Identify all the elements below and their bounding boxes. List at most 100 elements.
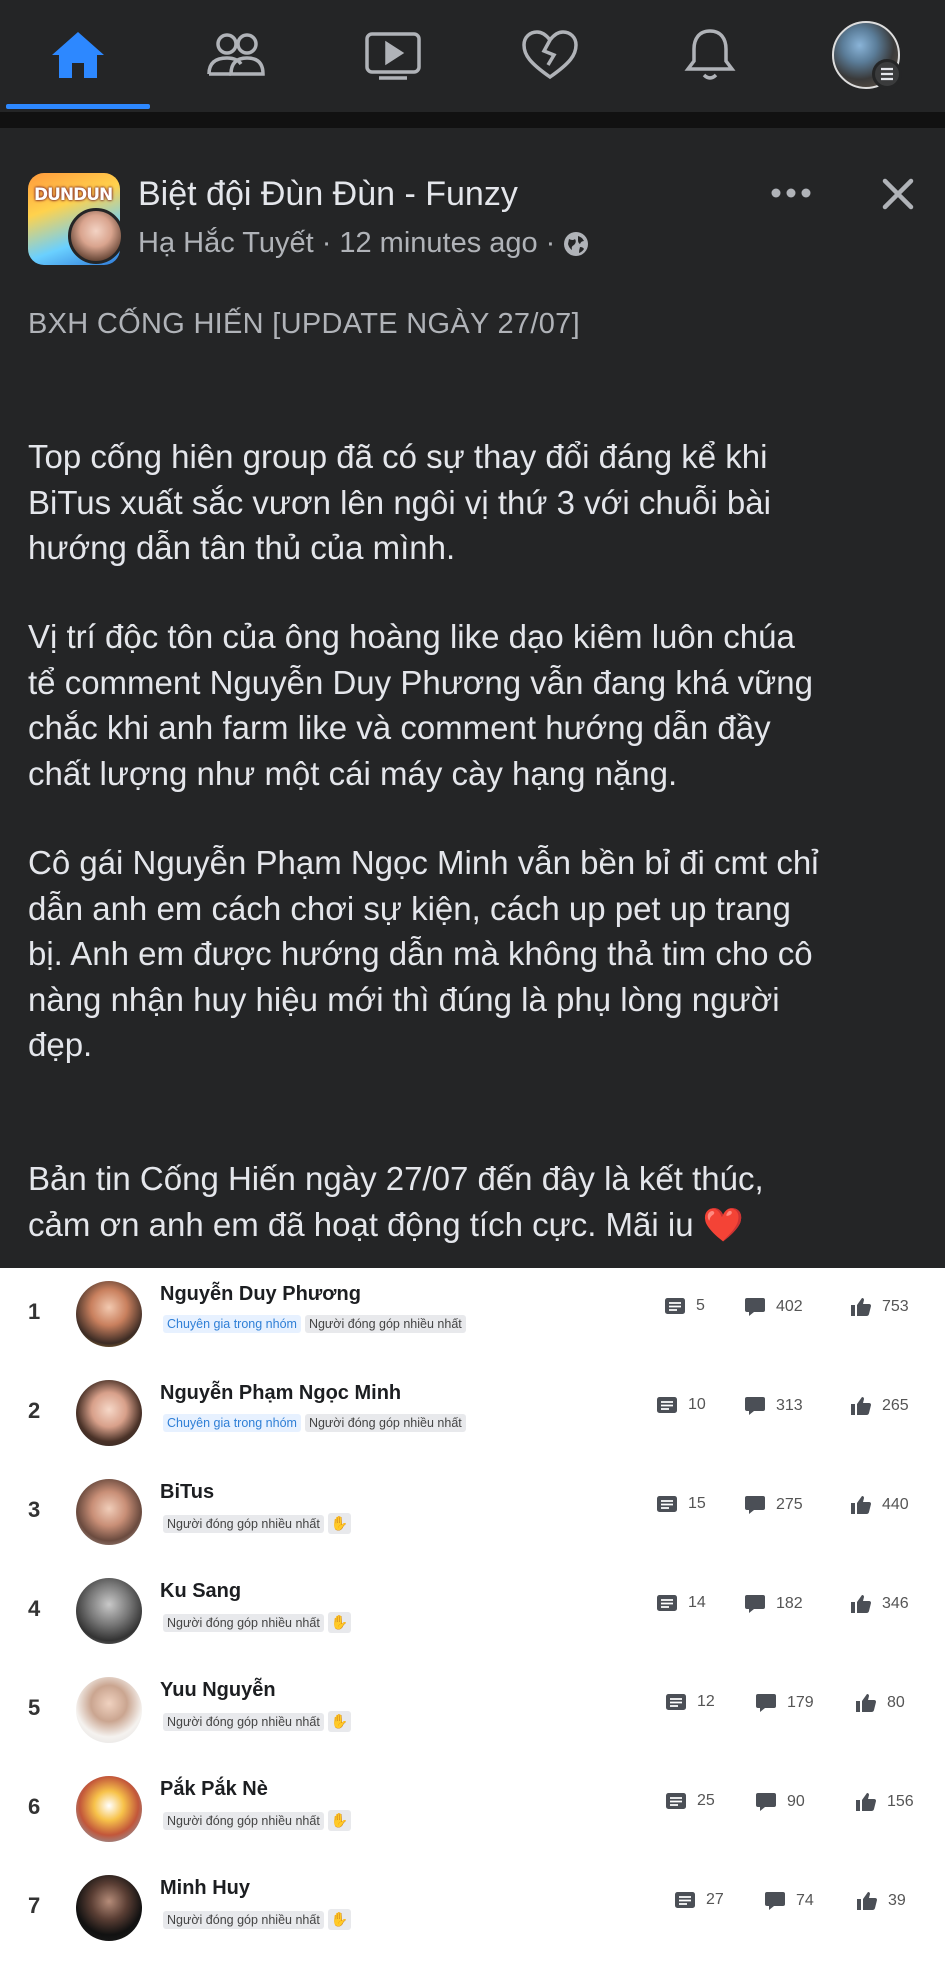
profile-menu-button[interactable]	[826, 18, 906, 92]
posts-stat: 5	[664, 1297, 705, 1315]
comment-icon	[744, 1495, 766, 1515]
wave-badge-icon: ✋	[327, 1909, 352, 1930]
home-icon[interactable]	[38, 18, 118, 92]
comment-icon	[755, 1693, 777, 1713]
likes-stat: 346	[850, 1594, 909, 1614]
meta-separator: ·	[321, 227, 332, 259]
close-post-button[interactable]	[872, 168, 924, 220]
likes-stat: 80	[855, 1693, 905, 1713]
top-contributor-badge: Người đóng góp nhiều nhất	[304, 1315, 466, 1333]
like-thumb-icon	[850, 1297, 872, 1317]
post-count-icon	[656, 1594, 678, 1612]
contribution-leaderboard-image[interactable]: 1 Nguyễn Duy Phương Chuyên gia trong nhó…	[0, 1268, 945, 1968]
leaderboard-row: 4 Ku Sang Người đóng góp nhiều nhất ✋ 14 …	[0, 1568, 945, 1667]
rank-number: 3	[28, 1497, 41, 1522]
comments-count: 313	[776, 1397, 803, 1414]
likes-stat: 265	[850, 1396, 909, 1416]
leaderboard-row: 1 Nguyễn Duy Phương Chuyên gia trong nhó…	[0, 1271, 945, 1370]
like-thumb-icon	[850, 1396, 872, 1416]
member-badges: Người đóng góp nhiều nhất ✋	[163, 1909, 352, 1930]
top-navigation	[0, 0, 945, 112]
posts-count: 12	[697, 1693, 715, 1710]
comments-count: 74	[796, 1892, 814, 1909]
watch-icon[interactable]	[353, 18, 433, 92]
member-name[interactable]: BiTus	[160, 1481, 214, 1504]
member-avatar[interactable]	[76, 1479, 142, 1545]
wave-badge-icon: ✋	[327, 1513, 352, 1534]
posts-stat: 25	[665, 1792, 715, 1810]
likes-stat: 440	[850, 1495, 909, 1515]
group-name-link[interactable]: Biệt đội Đùn Đùn - Funzy	[138, 175, 518, 214]
author-avatar[interactable]	[68, 208, 124, 264]
member-avatar[interactable]	[76, 1380, 142, 1446]
member-name[interactable]: Minh Huy	[160, 1877, 250, 1900]
posts-count: 25	[697, 1792, 715, 1809]
likes-count: 753	[882, 1298, 909, 1315]
member-badges: Người đóng góp nhiều nhất ✋	[163, 1513, 352, 1534]
comments-count: 402	[776, 1298, 803, 1315]
wave-badge-icon: ✋	[327, 1711, 352, 1732]
top-contributor-badge: Người đóng góp nhiều nhất	[163, 1811, 324, 1830]
comments-count: 182	[776, 1595, 803, 1612]
comment-icon	[744, 1594, 766, 1614]
post-meta: Hạ Hắc Tuyết · 12 minutes ago ·	[138, 227, 589, 260]
member-avatar[interactable]	[76, 1281, 142, 1347]
posts-stat: 12	[665, 1693, 715, 1711]
posts-stat: 10	[656, 1396, 706, 1414]
comments-stat: 74	[764, 1891, 814, 1911]
like-thumb-icon	[850, 1495, 872, 1515]
comment-icon	[744, 1297, 766, 1317]
posts-count: 5	[696, 1297, 705, 1314]
likes-count: 440	[882, 1496, 909, 1513]
member-name[interactable]: Nguyễn Duy Phương	[160, 1283, 361, 1306]
rank-number: 5	[28, 1695, 41, 1720]
member-name[interactable]: Nguyễn Phạm Ngọc Minh	[160, 1382, 401, 1405]
like-thumb-icon	[855, 1693, 877, 1713]
likes-count: 39	[888, 1892, 906, 1909]
member-badges: Người đóng góp nhiều nhất ✋	[163, 1711, 352, 1732]
likes-stat: 156	[855, 1792, 914, 1812]
likes-count: 265	[882, 1397, 909, 1414]
comment-icon	[755, 1792, 777, 1812]
author-name-link[interactable]: Hạ Hắc Tuyết	[138, 227, 314, 260]
post-paragraph-1: Top cống hiên group đã có sự thay đổi đá…	[28, 438, 771, 566]
likes-count: 156	[887, 1793, 914, 1810]
expert-badge: Chuyên gia trong nhóm	[163, 1315, 301, 1333]
like-thumb-icon	[850, 1594, 872, 1614]
like-thumb-icon	[856, 1891, 878, 1911]
comments-count: 90	[787, 1793, 805, 1810]
more-options-button[interactable]	[766, 168, 816, 218]
member-avatar[interactable]	[76, 1677, 142, 1743]
member-badges: Người đóng góp nhiều nhất ✋	[163, 1810, 352, 1831]
top-contributor-badge: Người đóng góp nhiều nhất	[163, 1910, 324, 1929]
member-avatar[interactable]	[76, 1875, 142, 1941]
rank-number: 6	[28, 1794, 41, 1819]
profile-avatar	[832, 21, 902, 89]
comment-icon	[764, 1891, 786, 1911]
member-badges: Chuyên gia trong nhóm Người đóng góp nhiề…	[163, 1414, 466, 1432]
groups-icon[interactable]	[196, 18, 276, 92]
rank-number: 4	[28, 1596, 41, 1621]
member-name[interactable]: Pắk Pắk Nè	[160, 1778, 268, 1801]
posts-count: 14	[688, 1594, 706, 1611]
member-name[interactable]: Ku Sang	[160, 1580, 241, 1603]
comments-stat: 90	[755, 1792, 805, 1812]
meta-separator: ·	[545, 227, 556, 259]
comment-icon	[744, 1396, 766, 1416]
post-paragraph-3: Cô gái Nguyễn Phạm Ngọc Minh vẫn bền bỉ …	[28, 844, 819, 1063]
member-avatar[interactable]	[76, 1776, 142, 1842]
comments-stat: 179	[755, 1693, 814, 1713]
divider	[0, 112, 945, 128]
notifications-bell-icon[interactable]	[670, 18, 750, 92]
member-avatar[interactable]	[76, 1578, 142, 1644]
likes-stat: 753	[850, 1297, 909, 1317]
top-contributor-badge: Người đóng góp nhiều nhất	[163, 1613, 324, 1632]
likes-stat: 39	[856, 1891, 906, 1911]
member-name[interactable]: Yuu Nguyễn	[160, 1679, 276, 1702]
dating-heart-icon[interactable]	[510, 18, 590, 92]
post-count-icon	[664, 1297, 686, 1315]
heart-emoji: ❤️	[702, 1205, 744, 1243]
likes-count: 346	[882, 1595, 909, 1612]
leaderboard-row: 3 BiTus Người đóng góp nhiều nhất ✋ 15 27…	[0, 1469, 945, 1568]
post-time[interactable]: 12 minutes ago	[339, 227, 537, 260]
